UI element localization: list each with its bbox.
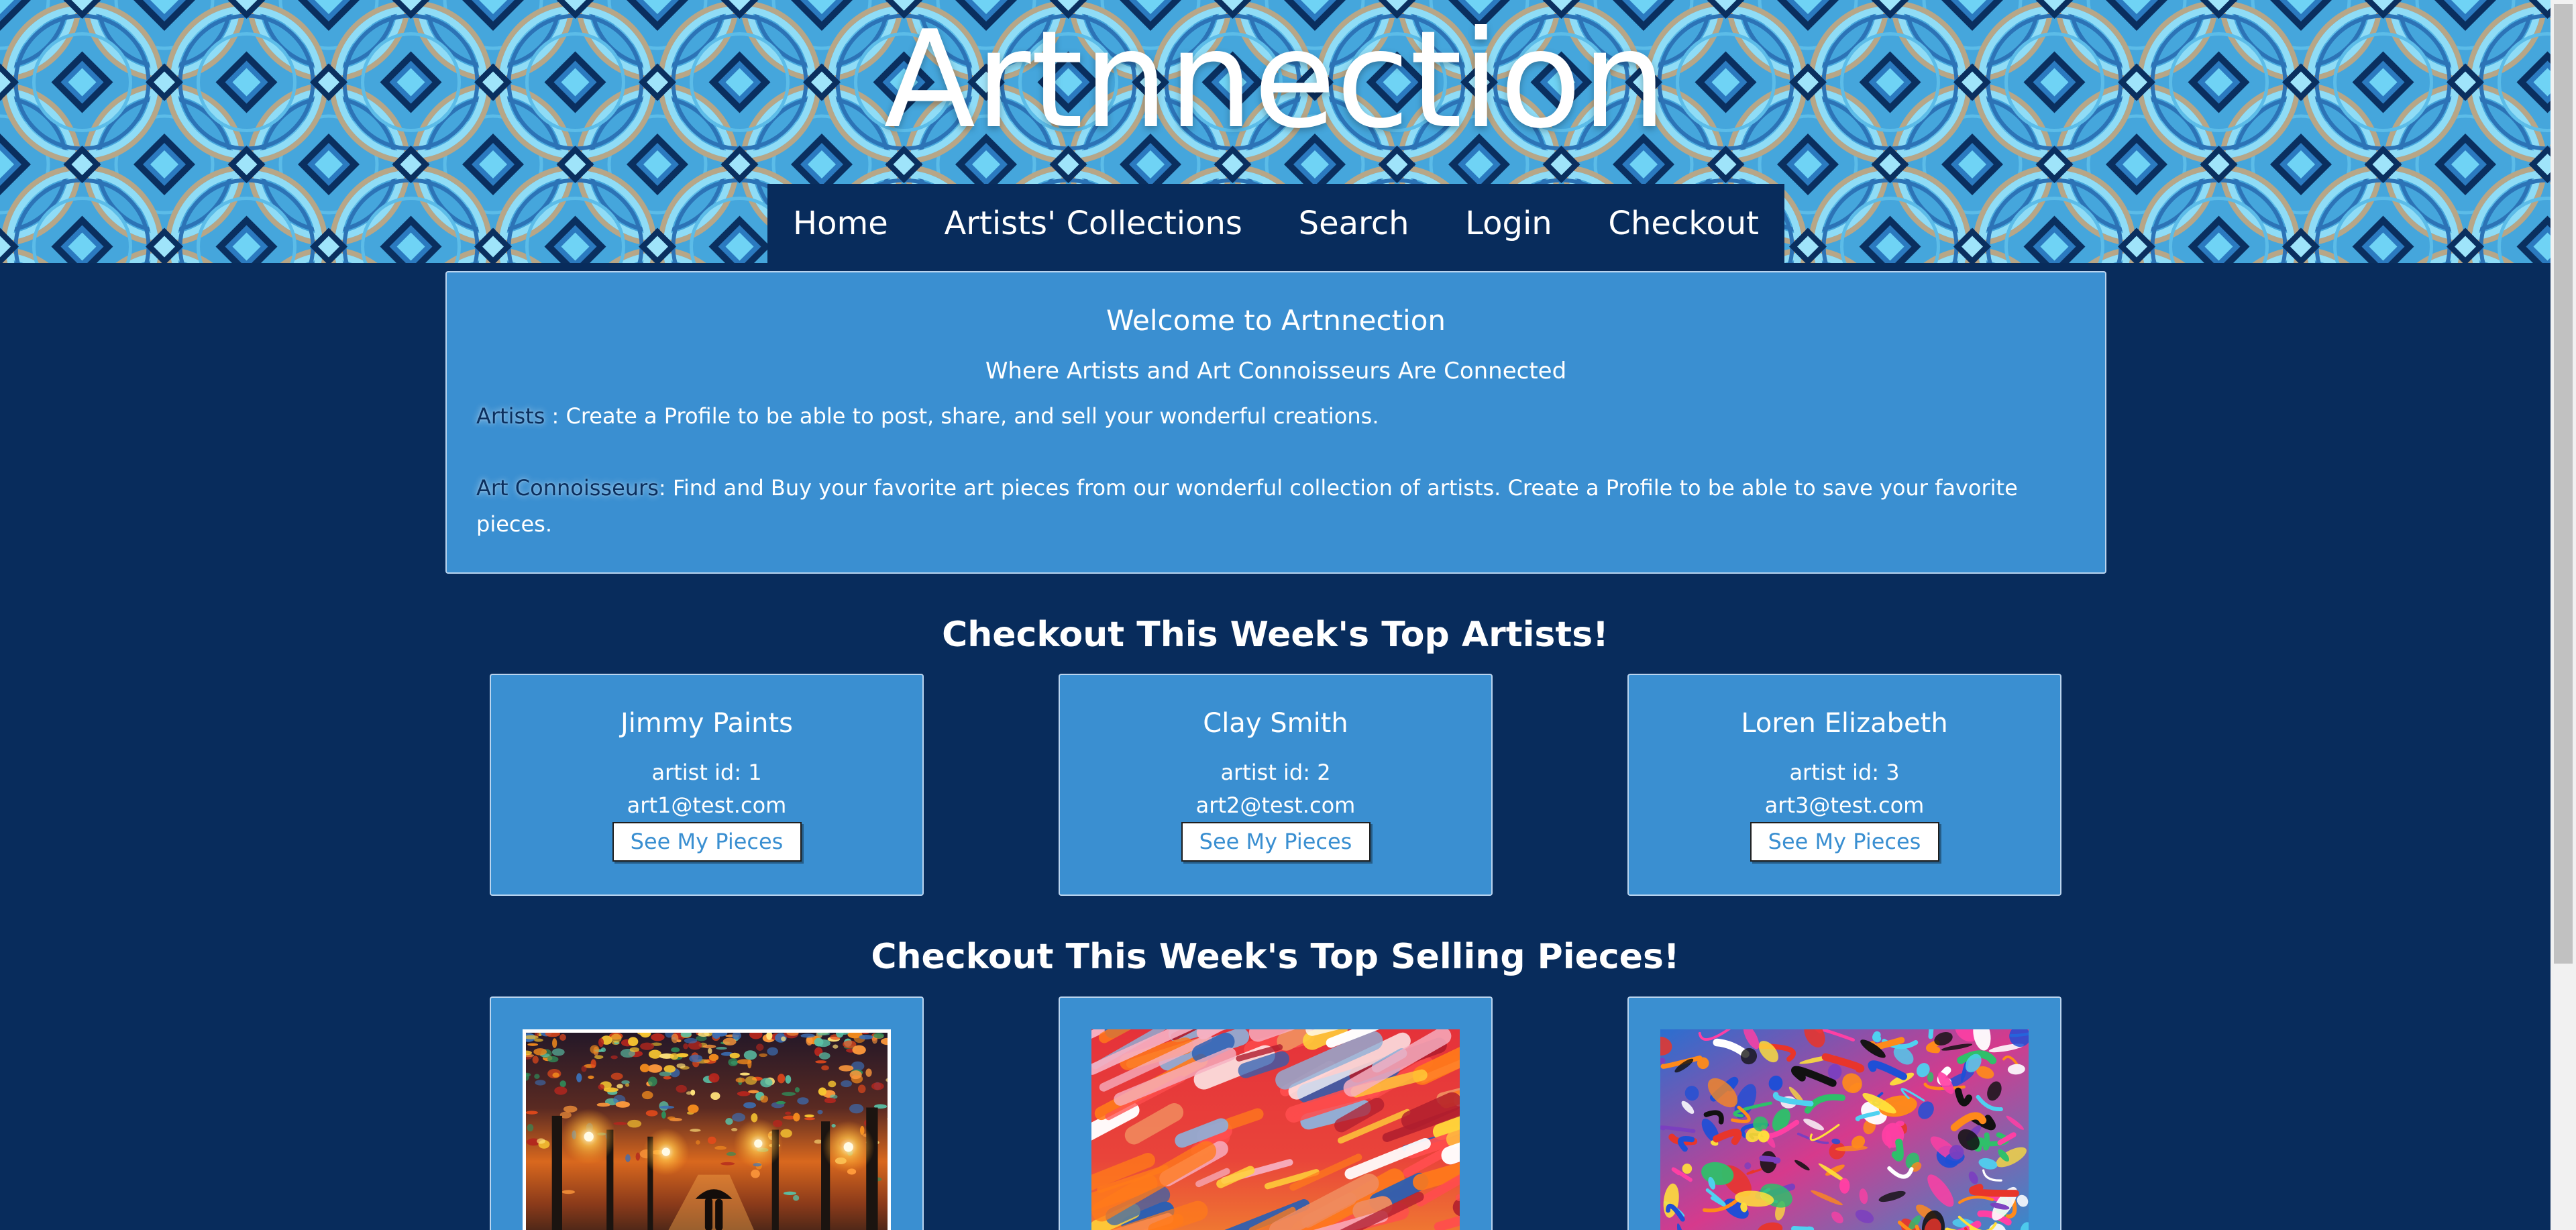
artwork-rainy-park-image (526, 1033, 888, 1230)
artist-card: Jimmy Paints artist id: 1 art1@test.com … (490, 674, 924, 896)
piece-card (490, 996, 924, 1230)
top-artists-heading: Checkout This Week's Top Artists! (942, 615, 1609, 655)
artist-card: Loren Elizabeth artist id: 3 art3@test.c… (1627, 674, 2061, 896)
welcome-subtitle: Where Artists and Art Connoisseurs Are C… (985, 358, 1567, 385)
welcome-title: Welcome to Artnnection (1106, 304, 1446, 337)
artists-label: Artists (476, 403, 545, 429)
artist-card: Clay Smith artist id: 2 art2@test.com Se… (1059, 674, 1493, 896)
nav-login-link[interactable]: Login (1465, 203, 1552, 244)
artist-id: artist id: 2 (1220, 760, 1331, 785)
artists-description: : Create a Profile to be able to post, s… (545, 403, 1379, 429)
nav-home-link[interactable]: Home (793, 203, 888, 244)
artwork-image (1091, 1029, 1460, 1230)
top-pieces-heading: Checkout This Week's Top Selling Pieces! (871, 937, 1680, 977)
site-title: Artnnection (883, 2, 1667, 158)
artwork-image (523, 1029, 891, 1230)
artist-name: Clay Smith (1203, 708, 1348, 739)
artist-name: Loren Elizabeth (1741, 708, 1948, 739)
artwork-image (1660, 1029, 2029, 1230)
artist-name: Jimmy Paints (620, 708, 794, 739)
artist-email: art2@test.com (1195, 792, 1356, 818)
see-my-pieces-button[interactable]: See My Pieces (612, 822, 802, 862)
welcome-panel: Welcome to Artnnection Where Artists and… (445, 271, 2106, 574)
connoisseurs-description: : Find and Buy your favorite art pieces … (476, 475, 2018, 537)
connoisseurs-info: Art Connoisseurs: Find and Buy your favo… (476, 470, 2076, 542)
main-nav: Home Artists' Collections Search Login C… (767, 184, 1784, 263)
artwork-red-abstract-image (1091, 1029, 1460, 1230)
nav-search-link[interactable]: Search (1299, 203, 1409, 244)
vertical-scrollbar[interactable] (2551, 0, 2576, 1230)
page: Artnnection Home Artists' Collections Se… (0, 0, 2551, 1230)
connoisseurs-label: Art Connoisseurs (476, 475, 659, 501)
piece-card (1627, 996, 2061, 1230)
see-my-pieces-button[interactable]: See My Pieces (1750, 822, 1939, 862)
see-my-pieces-button[interactable]: See My Pieces (1181, 822, 1371, 862)
nav-checkout-link[interactable]: Checkout (1608, 203, 1759, 244)
artist-email: art1@test.com (627, 792, 787, 818)
piece-card (1059, 996, 1493, 1230)
artist-email: art3@test.com (1764, 792, 1925, 818)
artist-id: artist id: 3 (1789, 760, 1900, 785)
scrollbar-thumb[interactable] (2554, 4, 2573, 964)
site-header: Artnnection Home Artists' Collections Se… (0, 0, 2551, 263)
nav-artists-collections-link[interactable]: Artists' Collections (944, 203, 1242, 244)
artwork-splatter-abstract-image (1660, 1029, 2029, 1230)
artists-info: Artists : Create a Profile to be able to… (476, 398, 2076, 434)
artist-id: artist id: 1 (651, 760, 762, 785)
